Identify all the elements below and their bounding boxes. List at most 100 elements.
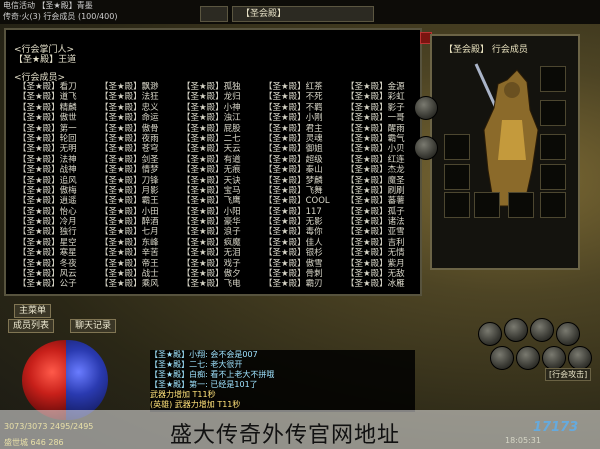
- member-entry[interactable]: 【圣★殿】刀锋: [100, 176, 180, 186]
- member-entry[interactable]: 【圣★殿】情梦: [100, 165, 180, 175]
- member-entry[interactable]: 【圣★殿】乘风: [100, 279, 180, 289]
- member-entry[interactable]: 【圣★殿】无泪: [182, 248, 262, 258]
- member-entry[interactable]: 【圣★殿】梦麟: [264, 176, 344, 186]
- member-entry[interactable]: 【圣★殿】金源: [346, 82, 426, 92]
- member-entry[interactable]: 【圣★殿】刷刷: [346, 186, 426, 196]
- member-entry[interactable]: 【圣★殿】星空: [18, 238, 98, 248]
- member-entry[interactable]: 【圣★殿】帝王: [100, 259, 180, 269]
- member-entry[interactable]: 【圣★殿】命运: [100, 113, 180, 123]
- member-entry[interactable]: 【圣★殿】追风: [18, 176, 98, 186]
- skill-button-6[interactable]: [516, 346, 540, 370]
- skill-button-5[interactable]: [490, 346, 514, 370]
- member-entry[interactable]: 【圣★殿】小神: [182, 103, 262, 113]
- member-entry[interactable]: 【圣★殿】逍遥: [18, 196, 98, 206]
- member-entry[interactable]: 【圣★殿】浊江: [182, 113, 262, 123]
- member-entry[interactable]: 【圣★殿】第一: [18, 124, 98, 134]
- member-entry[interactable]: 【圣★殿】吉利: [346, 238, 426, 248]
- member-entry[interactable]: 【圣★殿】看刀: [18, 82, 98, 92]
- member-entry[interactable]: 【圣★殿】精麟: [18, 103, 98, 113]
- member-entry[interactable]: 【圣★殿】孤子: [346, 207, 426, 217]
- member-entry[interactable]: 【圣★殿】飘渺: [100, 82, 180, 92]
- chat-box[interactable]: 【圣★殿】小翔: 会不会是007 【圣★殿】二七: 老大很开 【圣★殿】白痴: …: [150, 350, 415, 412]
- status-tab-button[interactable]: [414, 136, 438, 160]
- member-entry[interactable]: 【圣★殿】夜雨: [100, 134, 180, 144]
- skill-button-3[interactable]: [530, 318, 554, 342]
- member-entry[interactable]: 【圣★殿】东峰: [100, 238, 180, 248]
- skill-button-1[interactable]: [478, 322, 502, 346]
- member-entry[interactable]: 【圣★殿】霸王: [100, 196, 180, 206]
- member-entry[interactable]: 【圣★殿】忠义: [100, 103, 180, 113]
- member-entry[interactable]: 【圣★殿】独行: [18, 227, 98, 237]
- member-entry[interactable]: 【圣★殿】法神: [18, 155, 98, 165]
- member-entry[interactable]: 【圣★殿】醒雨: [346, 124, 426, 134]
- member-entry[interactable]: 【圣★殿】银杉: [264, 248, 344, 258]
- member-entry[interactable]: 【圣★殿】轮回: [18, 134, 98, 144]
- member-entry[interactable]: 【圣★殿】怡心: [18, 207, 98, 217]
- member-entry[interactable]: 【圣★殿】无情: [346, 248, 426, 258]
- member-entry[interactable]: 【圣★殿】孤独: [182, 82, 262, 92]
- member-entry[interactable]: 【圣★殿】一哥: [346, 113, 426, 123]
- member-entry[interactable]: 【圣★殿】蕃薯: [346, 196, 426, 206]
- member-entry[interactable]: 【圣★殿】不死: [264, 92, 344, 102]
- member-entry[interactable]: 【圣★殿】小阳: [182, 207, 262, 217]
- member-entry[interactable]: 【圣★殿】无敌: [346, 269, 426, 279]
- member-entry[interactable]: 【圣★殿】寒星: [18, 248, 98, 258]
- member-entry[interactable]: 【圣★殿】冰雁: [346, 279, 426, 289]
- member-entry[interactable]: 【圣★殿】冷月: [18, 217, 98, 227]
- leader-name[interactable]: 【圣★殿】王道: [14, 52, 76, 65]
- member-entry[interactable]: 【圣★殿】不羁: [264, 103, 344, 113]
- member-entry[interactable]: 【圣★殿】御姐: [264, 144, 344, 154]
- member-entry[interactable]: 【圣★殿】117: [264, 207, 344, 217]
- member-entry[interactable]: 【圣★殿】傲夕: [182, 269, 262, 279]
- member-entry[interactable]: 【圣★殿】无影: [264, 217, 344, 227]
- member-entry[interactable]: 【圣★殿】红茶: [264, 82, 344, 92]
- member-entry[interactable]: 【圣★殿】龙归: [182, 92, 262, 102]
- member-entry[interactable]: 【圣★殿】傲世: [18, 113, 98, 123]
- member-entry[interactable]: 【圣★殿】醉酒: [100, 217, 180, 227]
- member-entry[interactable]: 【圣★殿】飞鹰: [182, 196, 262, 206]
- member-entry[interactable]: 【圣★殿】苍穹: [100, 144, 180, 154]
- member-entry[interactable]: 【圣★殿】戏子: [182, 259, 262, 269]
- member-entry[interactable]: 【圣★殿】飞舞: [264, 186, 344, 196]
- member-entry[interactable]: 【圣★殿】战神: [18, 165, 98, 175]
- member-entry[interactable]: 【圣★殿】法狂: [100, 92, 180, 102]
- member-entry[interactable]: 【圣★殿】霸刃: [264, 279, 344, 289]
- member-entry[interactable]: 【圣★殿】彩虹: [346, 92, 426, 102]
- member-entry[interactable]: 【圣★殿】毒你: [264, 227, 344, 237]
- skill-button-8[interactable]: [568, 346, 592, 370]
- member-entry[interactable]: 【圣★殿】超级: [264, 155, 344, 165]
- member-entry[interactable]: 【圣★殿】傲梅: [18, 186, 98, 196]
- member-entry[interactable]: 【圣★殿】冬夜: [18, 259, 98, 269]
- armor-slot[interactable]: [444, 134, 470, 160]
- member-entry[interactable]: 【圣★殿】辛苦: [100, 248, 180, 258]
- member-entry[interactable]: 【圣★殿】公子: [18, 279, 98, 289]
- helmet-slot[interactable]: [540, 66, 566, 92]
- attack-mode-button[interactable]: [行会攻击]: [545, 368, 592, 381]
- member-entry[interactable]: 【圣★殿】魔圣: [346, 176, 426, 186]
- member-entry[interactable]: 【圣★殿】杰龙: [346, 165, 426, 175]
- member-entry[interactable]: 【圣★殿】小刚: [264, 113, 344, 123]
- bracelet-slot-right[interactable]: [540, 134, 566, 160]
- member-entry[interactable]: 【圣★殿】屁股: [182, 124, 262, 134]
- member-entry[interactable]: 【圣★殿】秦山: [264, 165, 344, 175]
- member-entry[interactable]: 【圣★殿】有道: [182, 155, 262, 165]
- skill-button-2[interactable]: [504, 318, 528, 342]
- member-entry[interactable]: 【圣★殿】诸法: [346, 217, 426, 227]
- skill-button-7[interactable]: [542, 346, 566, 370]
- member-entry[interactable]: 【圣★殿】豪华: [182, 217, 262, 227]
- member-entry[interactable]: 【圣★殿】佳人: [264, 238, 344, 248]
- member-entry[interactable]: 【圣★殿】君主: [264, 124, 344, 134]
- member-entry[interactable]: 【圣★殿】剑圣: [100, 155, 180, 165]
- member-entry[interactable]: 【圣★殿】小田: [100, 207, 180, 217]
- equip-tab-button[interactable]: [414, 96, 438, 120]
- member-entry[interactable]: 【圣★殿】天诀: [182, 176, 262, 186]
- member-entry[interactable]: 【圣★殿】天云: [182, 144, 262, 154]
- skill-button-4[interactable]: [556, 322, 580, 346]
- member-entry[interactable]: 【圣★殿】COOL: [264, 196, 344, 206]
- bracelet-slot-left[interactable]: [444, 164, 470, 190]
- member-entry[interactable]: 【圣★殿】二七: [182, 134, 262, 144]
- member-entry[interactable]: 【圣★殿】月影: [100, 186, 180, 196]
- member-entry[interactable]: 【圣★殿】傲骨: [100, 124, 180, 134]
- necklace-slot[interactable]: [540, 100, 566, 126]
- member-entry[interactable]: 【圣★殿】宝马: [182, 186, 262, 196]
